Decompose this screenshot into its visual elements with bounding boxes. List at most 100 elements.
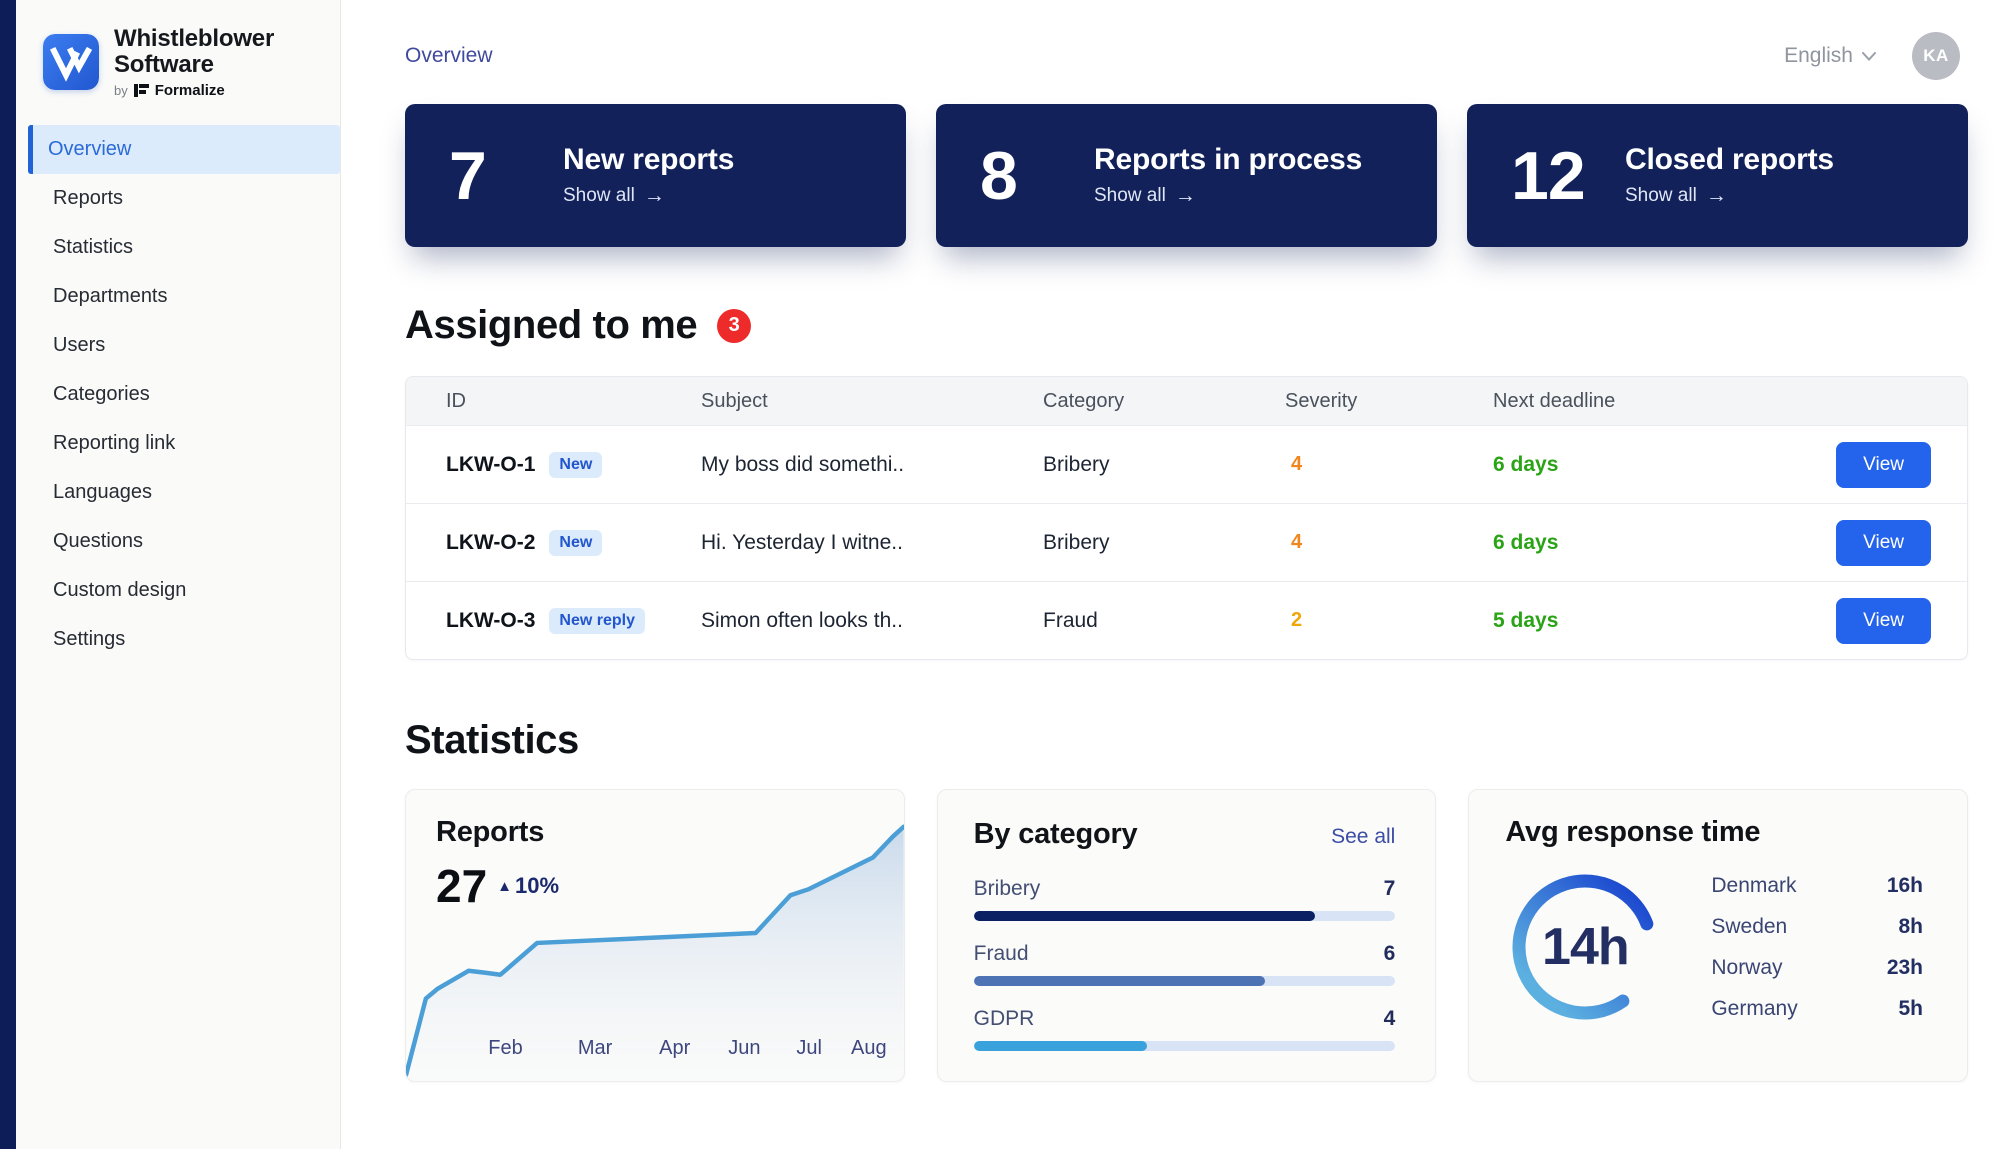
avg-response-title: Avg response time bbox=[1505, 816, 1929, 849]
assigned-count-badge: 3 bbox=[717, 309, 751, 343]
reports-chart-card: Reports 27 ▲ 10% Feb Mar Apr Jun Jul bbox=[405, 789, 905, 1082]
stat-title: Reports in process bbox=[1094, 143, 1362, 177]
stat-value: 7 bbox=[449, 137, 537, 215]
view-button[interactable]: View bbox=[1836, 520, 1931, 566]
reports-delta: ▲ 10% bbox=[497, 873, 559, 899]
x-tick: Jul bbox=[796, 1037, 822, 1060]
sidebar-item-languages[interactable]: Languages bbox=[28, 468, 340, 517]
category-bar-row: GDPR 4 bbox=[974, 1007, 1396, 1051]
brand-byline: by Formalize bbox=[114, 82, 274, 99]
category-cell: Bribery bbox=[1043, 453, 1285, 477]
country-row: Denmark 16h bbox=[1711, 865, 1923, 906]
formalize-icon bbox=[134, 84, 149, 97]
avg-response-center-value: 14h bbox=[1505, 867, 1665, 1027]
sidebar-item-questions[interactable]: Questions bbox=[28, 517, 340, 566]
table-row[interactable]: LKW-O-1 New My boss did somethi.. Briber… bbox=[406, 425, 1967, 503]
assigned-title: Assigned to me bbox=[405, 303, 697, 348]
category-value: 4 bbox=[1384, 1007, 1396, 1031]
avg-response-card: Avg response time bbox=[1468, 789, 1968, 1082]
report-id-cell: LKW-O-3 New reply bbox=[446, 608, 701, 634]
arrow-right-icon: → bbox=[644, 184, 665, 208]
table-header-row: ID Subject Category Severity Next deadli… bbox=[406, 377, 1967, 425]
country-row: Germany 5h bbox=[1711, 988, 1923, 1029]
view-button[interactable]: View bbox=[1836, 598, 1931, 644]
stat-card-in-process[interactable]: 8 Reports in process Show all→ bbox=[936, 104, 1437, 247]
col-header-severity: Severity bbox=[1285, 390, 1493, 413]
stat-value: 12 bbox=[1511, 137, 1599, 215]
sidebar-item-overview[interactable]: Overview bbox=[28, 125, 340, 174]
category-bar-row: Fraud 6 bbox=[974, 942, 1396, 986]
stat-value: 8 bbox=[980, 137, 1068, 215]
stat-card-new-reports[interactable]: 7 New reports Show all→ bbox=[405, 104, 906, 247]
show-all-link[interactable]: Show all→ bbox=[1094, 184, 1362, 208]
category-label: Fraud bbox=[974, 942, 1029, 966]
category-cell: Bribery bbox=[1043, 531, 1285, 555]
stat-title: Closed reports bbox=[1625, 143, 1834, 177]
sidebar-item-custom-design[interactable]: Custom design bbox=[28, 566, 340, 615]
bar-fill bbox=[974, 976, 1265, 986]
col-header-id: ID bbox=[446, 390, 701, 413]
deadline-cell: 6 days bbox=[1493, 531, 1811, 555]
app: Whistleblower Software by Formalize Over… bbox=[0, 0, 2000, 1149]
severity-cell: 4 bbox=[1285, 453, 1493, 476]
stat-card-closed[interactable]: 12 Closed reports Show all→ bbox=[1467, 104, 1968, 247]
language-selector[interactable]: English bbox=[1784, 44, 1876, 68]
bar-fill bbox=[974, 911, 1316, 921]
report-id-cell: LKW-O-2 New bbox=[446, 530, 701, 556]
triangle-up-icon: ▲ bbox=[497, 878, 512, 895]
country-label: Norway bbox=[1711, 956, 1782, 980]
x-tick: Apr bbox=[659, 1037, 690, 1060]
statistics-title: Statistics bbox=[405, 718, 1968, 763]
show-all-link[interactable]: Show all→ bbox=[563, 184, 734, 208]
breadcrumb: Overview bbox=[405, 44, 493, 68]
view-button[interactable]: View bbox=[1836, 442, 1931, 488]
assigned-table: ID Subject Category Severity Next deadli… bbox=[405, 376, 1968, 660]
arrow-right-icon: → bbox=[1706, 184, 1727, 208]
x-axis-labels: Feb Mar Apr Jun Jul Aug bbox=[406, 1037, 904, 1061]
sidebar-item-reports[interactable]: Reports bbox=[28, 174, 340, 223]
avg-response-donut: 14h bbox=[1505, 867, 1665, 1027]
x-tick: Aug bbox=[851, 1037, 887, 1060]
see-all-link[interactable]: See all bbox=[1331, 825, 1395, 849]
chevron-down-icon bbox=[1862, 52, 1876, 61]
category-value: 6 bbox=[1384, 942, 1396, 966]
sidebar-item-statistics[interactable]: Statistics bbox=[28, 223, 340, 272]
topbar: Overview English KA bbox=[405, 0, 1968, 80]
topbar-right: English KA bbox=[1784, 32, 1968, 80]
x-tick: Feb bbox=[488, 1037, 522, 1060]
bar-track bbox=[974, 911, 1396, 921]
severity-cell: 4 bbox=[1285, 531, 1493, 554]
sidebar-item-departments[interactable]: Departments bbox=[28, 272, 340, 321]
subject-cell: My boss did somethi.. bbox=[701, 453, 1043, 477]
category-value: 7 bbox=[1384, 877, 1396, 901]
sidebar-item-settings[interactable]: Settings bbox=[28, 615, 340, 664]
show-all-link[interactable]: Show all→ bbox=[1625, 184, 1834, 208]
language-label: English bbox=[1784, 44, 1853, 68]
sidebar-nav: Overview Reports Statistics Departments … bbox=[16, 125, 340, 664]
col-header-subject: Subject bbox=[701, 390, 1043, 413]
bar-track bbox=[974, 1041, 1396, 1051]
stat-title: New reports bbox=[563, 143, 734, 177]
assigned-section-header: Assigned to me 3 bbox=[405, 303, 1968, 348]
col-header-category: Category bbox=[1043, 390, 1285, 413]
country-row: Norway 23h bbox=[1711, 947, 1923, 988]
deadline-cell: 6 days bbox=[1493, 453, 1811, 477]
country-value: 16h bbox=[1887, 874, 1923, 898]
avatar[interactable]: KA bbox=[1912, 32, 1960, 80]
brand-logo-icon bbox=[43, 34, 99, 90]
main-content: Overview English KA 7 New reports Show a… bbox=[341, 0, 2000, 1149]
sidebar-item-categories[interactable]: Categories bbox=[28, 370, 340, 419]
category-label: Bribery bbox=[974, 877, 1041, 901]
statistics-cards: Reports 27 ▲ 10% Feb Mar Apr Jun Jul bbox=[405, 789, 1968, 1082]
sidebar-item-users[interactable]: Users bbox=[28, 321, 340, 370]
table-row[interactable]: LKW-O-2 New Hi. Yesterday I witne.. Brib… bbox=[406, 503, 1967, 581]
sidebar-item-reporting-link[interactable]: Reporting link bbox=[28, 419, 340, 468]
country-label: Sweden bbox=[1711, 915, 1787, 939]
bar-track bbox=[974, 976, 1396, 986]
table-row[interactable]: LKW-O-3 New reply Simon often looks th..… bbox=[406, 581, 1967, 659]
by-category-title: By category bbox=[974, 818, 1138, 851]
sidebar: Whistleblower Software by Formalize Over… bbox=[16, 0, 341, 1149]
x-tick: Jun bbox=[728, 1037, 760, 1060]
subject-cell: Hi. Yesterday I witne.. bbox=[701, 531, 1043, 555]
col-header-deadline: Next deadline bbox=[1493, 390, 1811, 413]
